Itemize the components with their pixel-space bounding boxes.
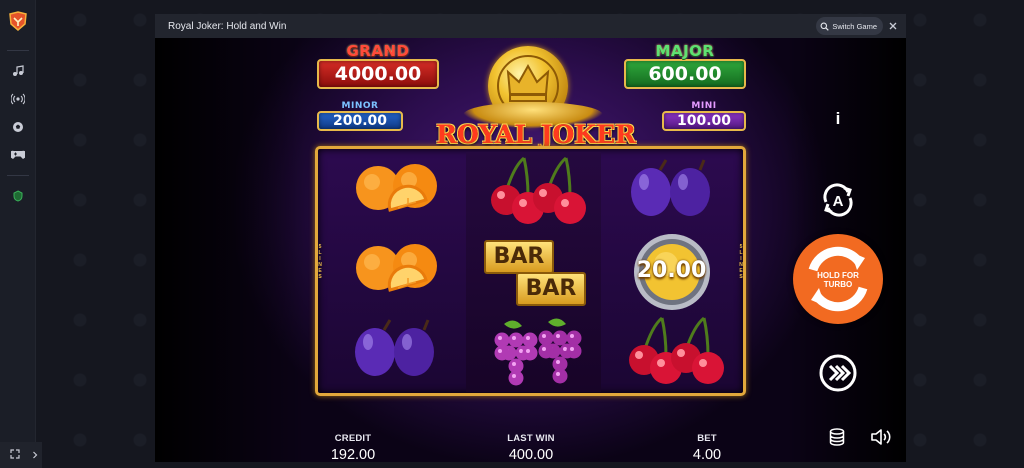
coins-stack-icon[interactable]	[828, 427, 846, 447]
casino-logo-icon[interactable]	[7, 10, 29, 32]
search-icon	[820, 22, 830, 31]
game-window: Royal Joker: Hold and Win Switch Game GR…	[155, 14, 906, 462]
reel-symbol-plums	[604, 152, 739, 232]
reel-symbol-oranges	[328, 152, 463, 232]
bar-symbol-label: BAR	[516, 272, 586, 306]
grand-jackpot-label: GRAND	[346, 42, 410, 60]
turbo-button[interactable]	[818, 353, 858, 393]
autoplay-icon: A	[823, 183, 853, 217]
reel-symbol-coin: 20.00	[604, 232, 739, 312]
game-logo-title: ROYAL JOKER	[436, 120, 636, 149]
bet-value: 4.00	[692, 447, 722, 462]
spin-label-line1: HOLD FOR	[817, 271, 859, 280]
oranges-icon	[356, 164, 437, 212]
game-stage: GRAND 4000.00 MAJOR 600.00 MINOR 200.00 …	[155, 38, 906, 462]
live-broadcast-icon[interactable]	[8, 89, 28, 109]
plums-icon	[631, 159, 710, 216]
spin-button[interactable]: HOLD FOR TURBO	[793, 234, 883, 324]
sound-icon[interactable]	[870, 427, 892, 447]
oranges-icon	[356, 244, 437, 292]
switch-game-label: Switch Game	[832, 21, 877, 31]
bet-label: BET	[697, 433, 717, 444]
responsible-gaming-icon[interactable]	[8, 186, 28, 206]
reel-symbol-bar: BAR BAR	[466, 232, 601, 312]
gamepad-icon[interactable]	[8, 145, 28, 165]
expand-rail-chevron-icon[interactable]	[32, 446, 38, 464]
spin-label-line2: TURBO	[823, 280, 853, 289]
fullscreen-icon[interactable]	[10, 446, 20, 464]
rail-footer	[0, 442, 42, 468]
rail-divider	[6, 50, 29, 51]
autoplay-button[interactable]: A	[818, 180, 858, 220]
plums-icon	[355, 319, 434, 376]
credit-display: CREDIT 192.00	[315, 433, 391, 462]
bar-symbol-label: BAR	[484, 240, 554, 274]
last-win-display: LAST WIN 400.00	[493, 433, 569, 462]
major-jackpot-value: 600.00	[624, 59, 746, 89]
major-jackpot-label: MAJOR	[655, 42, 715, 60]
close-icon	[889, 22, 897, 30]
mini-jackpot: MINI 100.00	[662, 102, 746, 131]
stage-shade-left	[155, 38, 305, 462]
minor-jackpot-label: MINOR	[341, 101, 379, 111]
rail-divider	[6, 175, 29, 176]
credit-label: CREDIT	[334, 433, 372, 444]
stats-bar: CREDIT 192.00 LAST WIN 400.00 BET 4.00	[155, 433, 906, 462]
reel-3: 20.00	[604, 152, 739, 392]
reel-symbol-grapes	[466, 312, 601, 392]
spin-button-label: HOLD FOR TURBO	[793, 271, 883, 289]
minor-jackpot: MINOR 200.00	[317, 102, 403, 131]
reel-symbol-plums	[328, 312, 463, 392]
info-button[interactable]: i	[830, 109, 846, 129]
grapes-icon	[494, 318, 582, 386]
side-rail	[0, 0, 36, 468]
reel-1	[328, 152, 463, 392]
reels-frame: 5LINES 5LINES BAR BAR 20.00	[315, 146, 746, 396]
reel-2: BAR BAR	[466, 152, 601, 392]
last-win-value: 400.00	[508, 447, 554, 462]
last-win-label: LAST WIN	[507, 433, 555, 444]
minor-jackpot-value: 200.00	[317, 111, 403, 131]
mini-jackpot-label: MINI	[691, 101, 717, 111]
reel-symbol-cherries	[466, 152, 601, 232]
credit-value: 192.00	[330, 447, 376, 462]
paylines-label-left: 5LINES	[318, 244, 322, 280]
cherries-icon	[629, 316, 724, 384]
coin-value: 20.00	[636, 258, 707, 283]
reel-symbol-cherries	[604, 312, 739, 392]
svg-text:A: A	[833, 193, 844, 210]
music-icon[interactable]	[8, 61, 28, 81]
fast-forward-icon	[819, 354, 857, 392]
grand-jackpot-value: 4000.00	[317, 59, 439, 89]
switch-game-button[interactable]: Switch Game	[816, 17, 883, 35]
major-jackpot: MAJOR 600.00	[624, 44, 746, 89]
bet-display[interactable]: BET 4.00	[679, 433, 735, 462]
game-title: Royal Joker: Hold and Win	[168, 20, 287, 32]
reel-symbol-oranges	[328, 232, 463, 312]
game-titlebar: Royal Joker: Hold and Win Switch Game	[155, 14, 906, 38]
cherries-icon	[491, 156, 586, 224]
grand-jackpot: GRAND 4000.00	[317, 44, 439, 89]
soccer-ball-icon[interactable]	[8, 117, 28, 137]
close-game-button[interactable]	[886, 19, 900, 33]
mini-jackpot-value: 100.00	[662, 111, 746, 131]
